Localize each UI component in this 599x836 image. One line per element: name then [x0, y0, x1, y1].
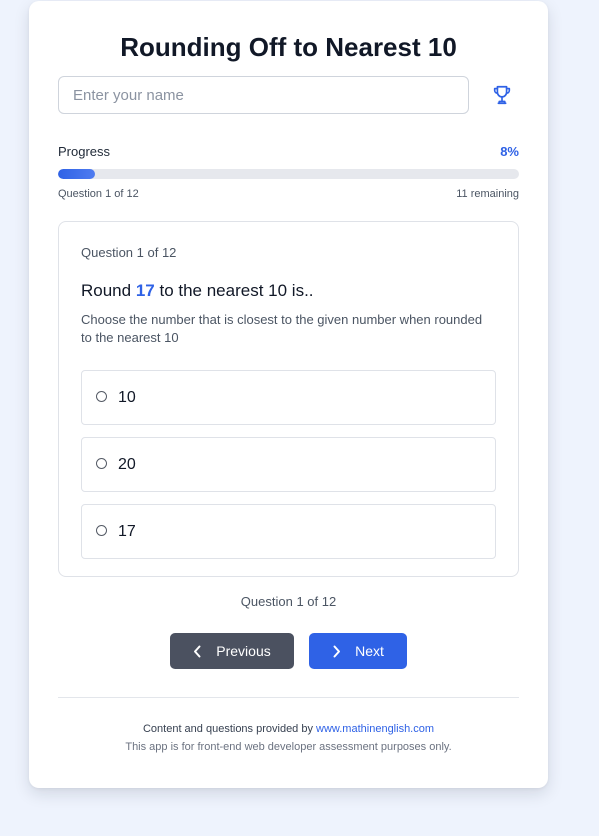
- radio-button[interactable]: [96, 458, 107, 469]
- answer-option-label: 17: [118, 522, 136, 540]
- next-button[interactable]: Next: [309, 633, 407, 669]
- progress-bar-fill: [58, 169, 95, 179]
- trophy-icon: [493, 85, 511, 105]
- question-card: Question 1 of 12 Round 17 to the nearest…: [58, 221, 519, 577]
- question-suffix: to the nearest 10 is..: [154, 281, 314, 300]
- name-row: [58, 76, 519, 114]
- progress-header: Progress 8%: [58, 144, 519, 160]
- answer-options: 10 20 17: [81, 370, 496, 559]
- question-prefix: Round: [81, 281, 136, 300]
- radio-button[interactable]: [96, 391, 107, 402]
- footer-credit-link[interactable]: www.mathinenglish.com: [316, 723, 434, 735]
- footer-note: This app is for front-end web developer …: [125, 741, 452, 753]
- question-number: 17: [135, 281, 155, 300]
- progress-remaining: 11 remaining: [456, 188, 519, 200]
- progress-footer: Question 1 of 12 11 remaining: [58, 187, 519, 201]
- answer-option[interactable]: 20: [81, 437, 496, 492]
- footer-divider: [58, 697, 519, 698]
- pager-counter: Question 1 of 12: [240, 594, 337, 609]
- answer-option[interactable]: 17: [81, 504, 496, 559]
- previous-button-label: Previous: [216, 643, 271, 659]
- radio-button[interactable]: [96, 525, 107, 536]
- progress-bar: [58, 169, 519, 179]
- previous-button[interactable]: Previous: [170, 633, 294, 669]
- footer-credit-text: Content and questions provided by: [142, 723, 317, 735]
- answer-option-label: 10: [118, 388, 136, 406]
- leaderboard-button[interactable]: [487, 80, 517, 110]
- next-button-label: Next: [355, 643, 384, 659]
- progress-question-counter: Question 1 of 12: [58, 188, 139, 200]
- footer: Content and questions provided by www.ma…: [58, 720, 519, 756]
- answer-option-label: 20: [118, 455, 136, 473]
- question-text: Round 17 to the nearest 10 is..: [81, 280, 496, 302]
- chevron-right-icon: [333, 645, 341, 657]
- question-instructions: Choose the number that is closest to the…: [81, 312, 483, 345]
- question-counter: Question 1 of 12: [81, 245, 177, 260]
- progress-percent: 8%: [500, 144, 519, 159]
- page-title: Rounding Off to Nearest 10: [120, 32, 457, 62]
- chevron-left-icon: [194, 645, 201, 657]
- progress-label: Progress: [58, 144, 111, 159]
- quiz-card: Rounding Off to Nearest 10 Progress 8% Q…: [29, 1, 548, 788]
- name-input[interactable]: [58, 76, 469, 114]
- navigation-buttons: Previous Next: [58, 633, 519, 669]
- answer-option[interactable]: 10: [81, 370, 496, 425]
- footer-credit: Content and questions provided by www.ma…: [58, 720, 519, 738]
